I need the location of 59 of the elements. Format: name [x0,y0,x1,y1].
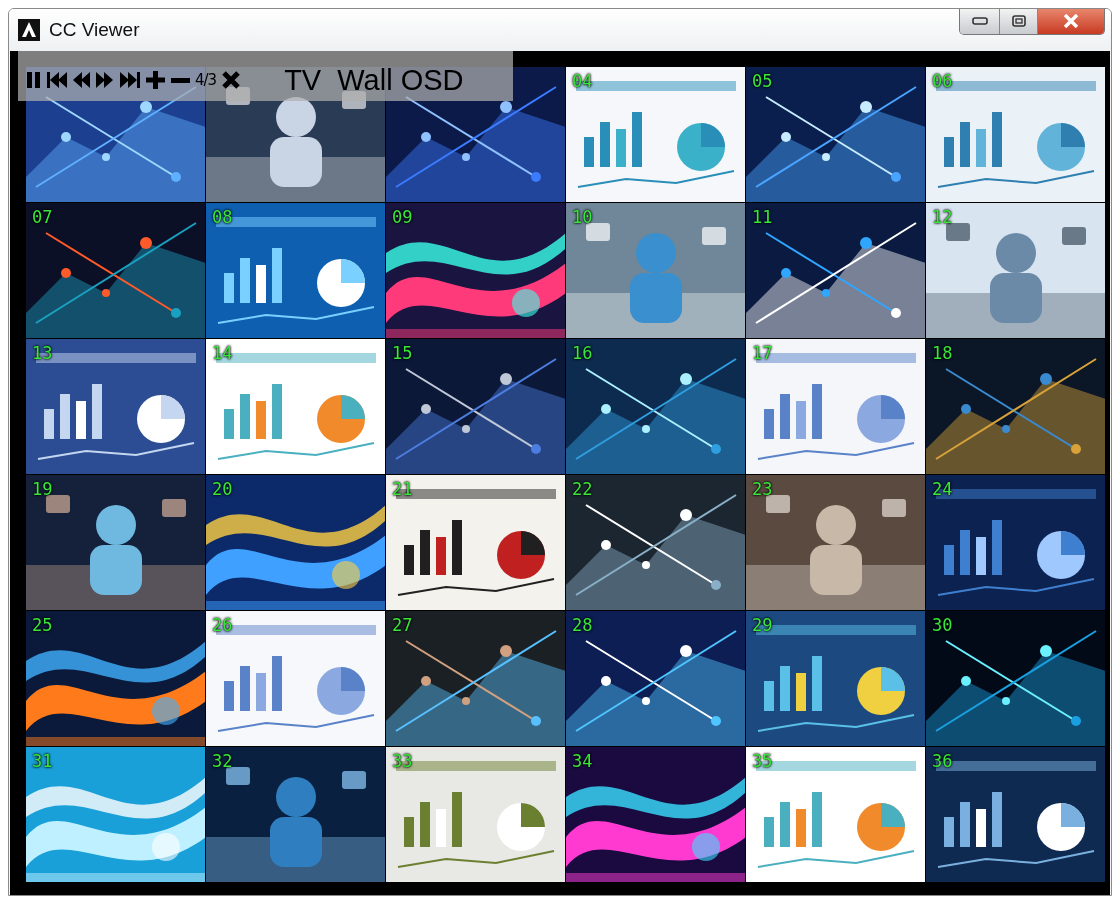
channel-number: 35 [752,751,773,771]
channel-number: 08 [212,207,233,227]
channel-number: 20 [212,479,233,499]
channel-number: 09 [392,207,413,227]
channel-number: 15 [392,343,413,363]
close-button[interactable] [221,69,242,91]
channel-number: 34 [572,751,593,771]
channel-number: 13 [32,343,53,363]
close-icon [1063,14,1079,28]
channel-number: 25 [32,615,53,635]
rewind-icon [72,69,90,91]
channel-number: 23 [752,479,773,499]
maximize-icon [1011,15,1026,27]
fast-forward-button[interactable] [95,69,114,91]
channel-number: 06 [932,71,953,91]
window-title: CC Viewer [49,19,140,41]
plus-icon [145,69,166,91]
channel-number: 16 [572,343,593,363]
channel-number: 29 [752,615,773,635]
channel-number: 28 [572,615,593,635]
pause-icon [26,69,41,91]
app-logo-icon [18,19,40,41]
channel-number: 07 [32,207,53,227]
close-icon [221,69,242,91]
channel-number: 30 [932,615,953,635]
maximize-button[interactable] [1000,9,1038,34]
rewind-button[interactable] [72,69,90,91]
channel-number: 19 [32,479,53,499]
channel-number: 12 [932,207,953,227]
channel-number: 24 [932,479,953,499]
channel-number: 22 [572,479,593,499]
channel-number: 11 [752,207,773,227]
channel-number: 36 [932,751,953,771]
skip-forward-icon [119,69,140,91]
channel-number: 26 [212,615,233,635]
pause-button[interactable] [26,69,41,91]
minus-button[interactable] [171,77,190,83]
osd-title: TV Wall OSD [284,63,464,97]
channel-number: 10 [572,207,593,227]
fast-forward-icon [95,69,114,91]
channel-number: 18 [932,343,953,363]
channel-number: 27 [392,615,413,635]
plus-button[interactable] [145,69,166,91]
channel-number: 33 [392,751,413,771]
close-button[interactable] [1038,9,1104,34]
minimize-icon [971,17,988,25]
skip-forward-button[interactable] [119,69,140,91]
aspect-ratio-button[interactable]: 4/3 [195,71,217,89]
skip-back-button[interactable] [46,69,67,91]
channel-number: 17 [752,343,773,363]
minimize-button[interactable] [960,9,1000,34]
channel-number: 31 [32,751,53,771]
minus-icon [171,77,190,83]
channel-number: 04 [572,71,593,91]
skip-back-icon [46,69,67,91]
channel-number: 32 [212,751,233,771]
channel-number: 21 [392,479,413,499]
channel-number: 05 [752,71,773,91]
channel-number: 14 [212,343,233,363]
